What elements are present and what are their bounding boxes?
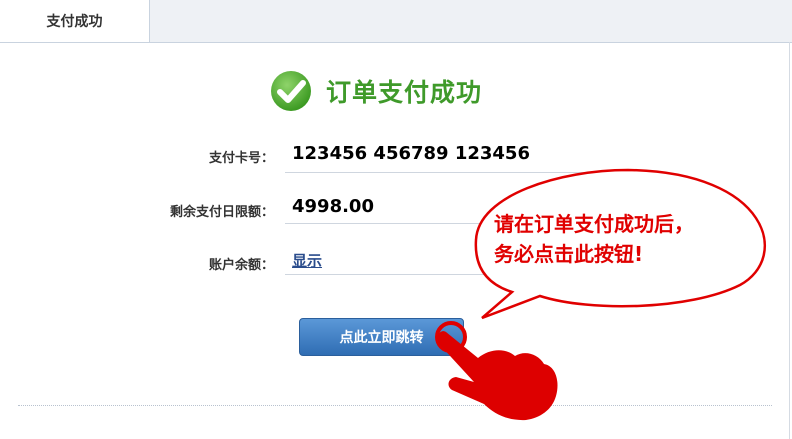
pointing-hand-icon xyxy=(435,321,558,421)
